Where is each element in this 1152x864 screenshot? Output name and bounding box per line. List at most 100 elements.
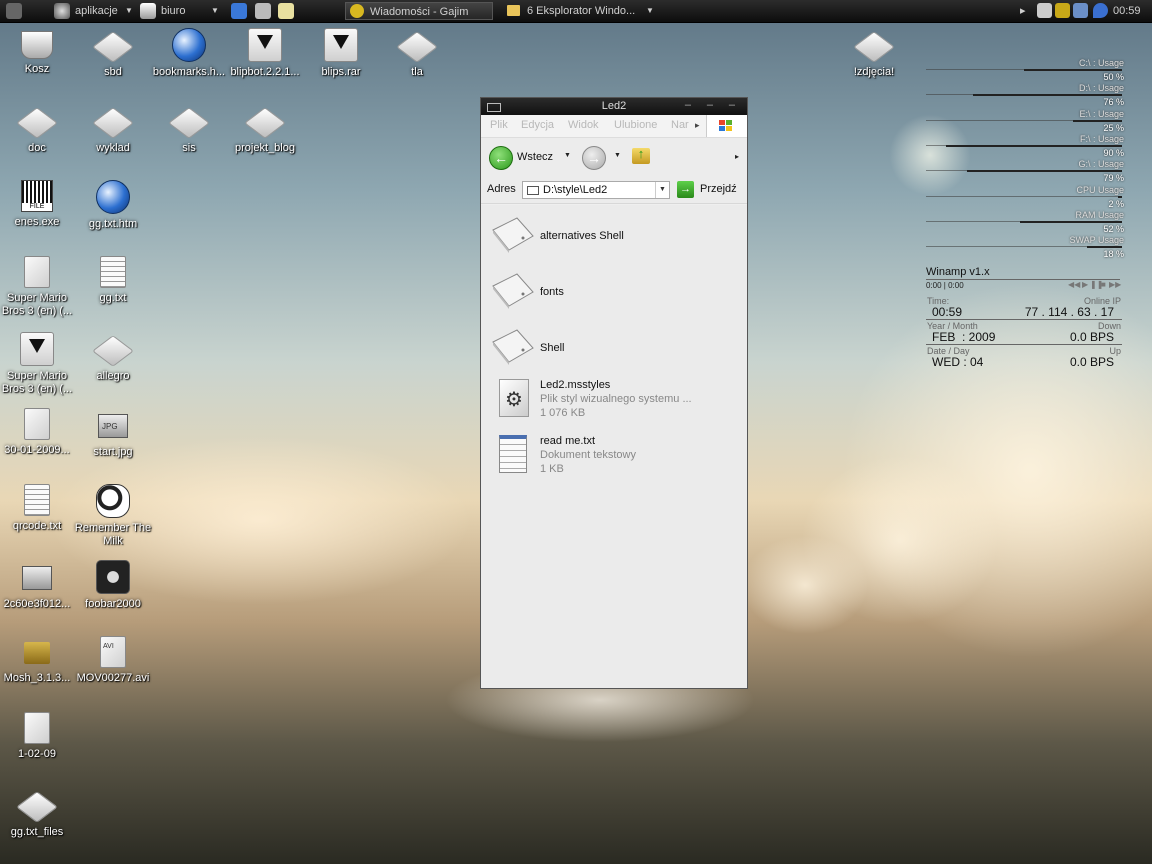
desktop-icon-wyklad[interactable]: wyklad (73, 104, 153, 155)
desktop-icon-start-jpg[interactable]: JPG start.jpg (73, 408, 153, 459)
menu-edycja[interactable]: Edycja (521, 119, 554, 131)
download-arrow-icon (29, 339, 45, 353)
globe-icon (96, 180, 130, 214)
file-icon (16, 791, 58, 823)
window-title: Led2 (601, 100, 627, 112)
item-name: alternatives Shell (540, 230, 624, 242)
icon-label: Mosh_3.1.3... (3, 672, 71, 684)
address-dropdown-icon[interactable]: ▼ (655, 182, 669, 198)
chevron-down-icon[interactable]: ▼ (646, 2, 654, 20)
desktop-icon-mario2[interactable]: Super Mario Bros 3 (en) (... (0, 332, 77, 396)
apps-icon[interactable] (54, 3, 70, 19)
previous-icon[interactable]: ◀◀ (1068, 280, 1080, 289)
chevron-down-icon[interactable]: ▼ (125, 2, 133, 20)
desktop-icon-gg-txt[interactable]: gg.txt (73, 256, 153, 305)
back-dropdown-icon[interactable]: ▼ (564, 152, 571, 159)
menu-narzedzia[interactable]: Nar (671, 119, 689, 131)
toolbar-overflow-icon[interactable]: ▸ (735, 152, 739, 161)
menu-ulubione[interactable]: Ulubione (614, 119, 657, 131)
desktop-icon-mosh[interactable]: Mosh_3.1.3... (0, 636, 77, 685)
menu-overflow-icon[interactable]: ▸ (695, 120, 700, 131)
desktop-icon-rtm[interactable]: Remember The Milk (73, 484, 153, 548)
meter-value: 76 % (1103, 97, 1124, 107)
desktop-icon-projekt-blog[interactable]: projekt_blog (225, 104, 305, 155)
cube-icon[interactable] (255, 3, 271, 19)
address-input[interactable]: D:\style\Led2 ▼ (522, 181, 670, 199)
file-icon (24, 712, 50, 744)
meter-label: CPU Usage (1076, 185, 1124, 195)
notepad-icon[interactable] (278, 3, 294, 19)
menu-plik[interactable]: Plik (490, 119, 508, 131)
meter-label: C:\ : Usage (1078, 58, 1124, 68)
list-item[interactable]: Shell (487, 322, 737, 374)
ie-icon[interactable] (231, 3, 247, 19)
clock[interactable]: 00:59 (1113, 2, 1141, 20)
desktop-icon-allegro[interactable]: allegro (73, 332, 153, 383)
desktop-icon-foobar[interactable]: foobar2000 (73, 560, 153, 611)
file-icon (92, 335, 134, 367)
desktop-icon-blipbot[interactable]: blipbot.2.2.1... (225, 28, 305, 79)
stop-icon[interactable]: ■ (1101, 280, 1106, 289)
item-name: Shell (540, 342, 565, 354)
icon-label: foobar2000 (85, 598, 141, 610)
task-gajim[interactable]: Wiadomości - Gajim (345, 2, 493, 20)
menu-bar: Plik Edycja Widok Ulubione Nar ▸ (481, 115, 747, 138)
menu-aplikacje[interactable]: aplikacje (75, 2, 118, 20)
desktop-icon-gg-htm[interactable]: gg.txt.htm (73, 180, 153, 231)
desktop-icon-1-02-09[interactable]: 1-02-09 (0, 712, 77, 761)
up-folder-icon[interactable]: ↑ (632, 147, 650, 164)
forward-arrow-icon[interactable]: → (582, 146, 606, 170)
desktop-icon-mov[interactable]: AVI MOV00277.avi (73, 636, 153, 685)
desktop-icon-doc[interactable]: doc (0, 104, 77, 155)
desktop-icon-mario1[interactable]: Super Mario Bros 3 (en) (... (0, 256, 77, 318)
desktop-icon-tla[interactable]: tla (377, 28, 457, 79)
volume-icon[interactable] (1093, 3, 1108, 18)
video-file-icon: AVI (100, 636, 126, 668)
maximize-icon[interactable]: – (707, 97, 713, 114)
desktop-icon-blips[interactable]: blips.rar (301, 28, 381, 79)
forward-dropdown-icon[interactable]: ▼ (614, 152, 621, 159)
icon-label: sbd (104, 66, 122, 78)
desktop-icon-zdjecia[interactable]: !zdjęcia! (834, 28, 914, 79)
desktop-icon-enes[interactable]: FILE enes.exe (0, 180, 77, 229)
gajim-tray-icon[interactable] (1055, 3, 1070, 18)
menu-biuro[interactable]: biuro (161, 2, 185, 20)
window-icon (487, 103, 501, 112)
title-bar[interactable]: Led2 – – – (481, 98, 747, 115)
list-item[interactable]: alternatives Shell (487, 210, 737, 262)
desktop-icon-sis[interactable]: sis (149, 104, 229, 155)
skull-icon[interactable] (1037, 3, 1052, 18)
desktop-icon-gg-files[interactable]: gg.txt_files (0, 788, 77, 839)
text-file-icon (499, 435, 527, 473)
meter-label: G:\ : Usage (1078, 159, 1124, 169)
meter-label: D:\ : Usage (1078, 83, 1124, 93)
address-value: D:\style\Led2 (543, 184, 608, 196)
taskbar: aplikacje ▼ biuro ▼ Wiadomości - Gajim 6… (0, 0, 1152, 23)
network-icon[interactable] (1073, 3, 1088, 18)
icon-label: Kosz (24, 63, 50, 75)
item-size: 1 076 KB (540, 407, 586, 419)
list-item[interactable]: fonts (487, 266, 737, 318)
show-desktop-icon[interactable]: ▸ (1020, 2, 1026, 20)
ip-value: 77 . 114 . 63 . 17 (1024, 305, 1114, 319)
menu-icon[interactable] (6, 3, 22, 19)
minimize-icon[interactable]: – (685, 97, 691, 114)
office-icon[interactable] (140, 3, 156, 19)
task-explorer[interactable]: 6 Eksplorator Windo... (503, 2, 655, 20)
icon-label: 1-02-09 (18, 748, 56, 760)
menu-widok[interactable]: Widok (568, 119, 599, 131)
desktop-icon-sbd[interactable]: sbd (73, 28, 153, 79)
list-item[interactable]: ⚙ Led2.msstyles Plik styl wizualnego sys… (487, 375, 737, 427)
desktop-icon-recycle-bin[interactable]: Kosz (0, 28, 77, 76)
chevron-down-icon[interactable]: ▼ (211, 2, 219, 20)
close-icon[interactable]: – (729, 97, 735, 114)
list-item[interactable]: read me.txt Dokument tekstowy 1 KB (487, 431, 737, 483)
play-icon[interactable]: ▶ (1082, 280, 1088, 289)
desktop-icon-30-01-2009[interactable]: 30-01-2009... (0, 408, 77, 457)
desktop-icon-qrcode[interactable]: qrcode.txt (0, 484, 77, 533)
go-label: Przejdź (700, 183, 737, 195)
next-icon[interactable]: ▶▶ (1109, 280, 1121, 289)
desktop-icon-2c60e3f012[interactable]: 2c60e3f012... (0, 560, 77, 611)
icon-label: blipbot.2.2.1... (230, 66, 300, 78)
desktop-icon-bookmarks[interactable]: bookmarks.h... (149, 28, 229, 79)
